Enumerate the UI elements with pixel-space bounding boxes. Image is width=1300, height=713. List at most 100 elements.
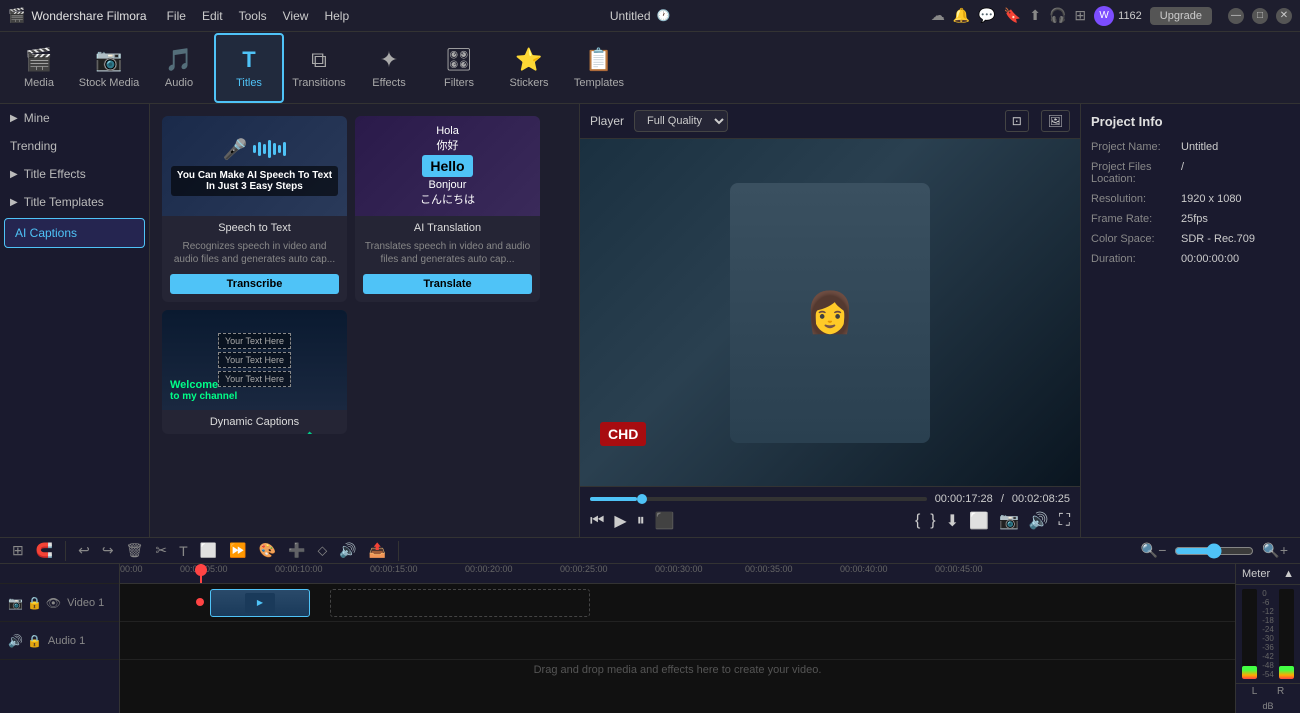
video-track-icons: 📷 🔒 👁 xyxy=(8,596,61,610)
playhead[interactable] xyxy=(200,564,202,584)
sidebar-trending-label: Trending xyxy=(10,139,57,153)
close-button[interactable]: ✕ xyxy=(1276,8,1292,24)
translate-button[interactable]: Translate xyxy=(363,274,532,294)
fullscreen-button[interactable]: ⛶ xyxy=(1059,512,1070,530)
bottom-timeline: ⊞ 🧲 ↩ ↪ 🗑 ✂ T ⬜ ⏩ 🎨 ➕ ⬦ 🔊 📤 🔍− 🔍+ 📷 🔒 👁 xyxy=(0,537,1300,697)
toolbar-stock-media[interactable]: 📷 Stock Media xyxy=(74,33,144,103)
quality-select[interactable]: Full Quality 1/2 Quality 1/4 Quality xyxy=(634,110,728,132)
video-track-camera-icon[interactable]: 📷 xyxy=(8,596,23,610)
color-space-value: SDR - Rec.709 xyxy=(1181,233,1255,245)
sidebar-item-ai-captions[interactable]: AI Captions xyxy=(4,218,145,248)
menu-edit[interactable]: Edit xyxy=(202,9,223,23)
sidebar-item-title-effects[interactable]: ▶ Title Effects xyxy=(0,160,149,188)
menu-view[interactable]: View xyxy=(283,9,309,23)
toolbar-stickers[interactable]: ⭐ Stickers xyxy=(494,33,564,103)
meter-fill-L xyxy=(1242,666,1257,680)
sidebar-item-trending[interactable]: Trending xyxy=(0,132,149,160)
project-name-row: Project Name: Untitled xyxy=(1091,141,1290,153)
toolbar-audio[interactable]: 🎵 Audio xyxy=(144,33,214,103)
dc-text-here-3: Your Text Here xyxy=(218,371,291,387)
extract-button[interactable]: ⬇ xyxy=(946,511,959,531)
menu-tools[interactable]: Tools xyxy=(239,9,267,23)
frame-rate-value: 25fps xyxy=(1181,213,1208,225)
card-ai-translation[interactable]: Hola 你好 Hello Bonjour こんにちは AI Translati… xyxy=(355,116,540,302)
mark-out-button[interactable]: } xyxy=(930,512,935,530)
pause-button[interactable]: ⏸ xyxy=(637,512,645,530)
tl-group-btn[interactable]: ⊞ xyxy=(8,538,28,563)
user-area: W 1162 xyxy=(1094,6,1142,26)
timeline-zoom-slider[interactable] xyxy=(1174,543,1254,559)
tl-export-btn[interactable]: 📤 xyxy=(365,538,390,563)
card-speech-to-text[interactable]: 🎤 You Can Make AI Speech To Text xyxy=(162,116,347,302)
transcribe-button[interactable]: Transcribe xyxy=(170,274,339,294)
pip-button[interactable]: ⬜ xyxy=(969,511,989,531)
mark-in-button[interactable]: { xyxy=(915,512,920,530)
tl-split-btn[interactable]: ⬦ xyxy=(313,538,331,563)
tl-undo-btn[interactable]: ↩ xyxy=(74,538,94,563)
meter-expand-icon[interactable]: ▲ xyxy=(1283,568,1294,580)
tl-delete-btn[interactable]: 🗑 xyxy=(122,538,148,563)
topbar: 🎬 Wondershare Filmora File Edit Tools Vi… xyxy=(0,0,1300,32)
stt-mic-icon: 🎤 xyxy=(223,137,248,162)
ait-hello: Hello xyxy=(422,155,472,177)
sidebar-item-mine[interactable]: ▶ Mine xyxy=(0,104,149,132)
menu-help[interactable]: Help xyxy=(324,9,349,23)
skip-back-button[interactable]: ⏮ xyxy=(590,512,604,530)
tl-zoom-in-btn[interactable]: 🔍+ xyxy=(1258,538,1292,563)
meter-L-label: L xyxy=(1252,686,1258,697)
play-button[interactable]: ▶ xyxy=(614,511,626,531)
toolbar-effects-label: Effects xyxy=(372,77,405,89)
tl-magnet-btn[interactable]: 🧲 xyxy=(32,538,57,563)
volume-button[interactable]: 🔊 xyxy=(1029,511,1049,531)
menu-file[interactable]: File xyxy=(167,9,186,23)
tl-redo-btn[interactable]: ↪ xyxy=(98,538,118,563)
dc-thumbnail: Your Text Here Your Text Here Your Text … xyxy=(162,310,347,410)
title-effects-arrow: ▶ xyxy=(10,169,18,180)
preview-person-icon: 👩 xyxy=(805,289,855,336)
title-area: Untitled 🕐 xyxy=(349,9,931,23)
dc-text-here-2: Your Text Here xyxy=(218,352,291,368)
toolbar-stock-label: Stock Media xyxy=(79,77,140,89)
tl-color-btn[interactable]: 🎨 xyxy=(255,538,280,563)
video-track-lock-icon[interactable]: 🔒 xyxy=(27,596,42,610)
video-clip[interactable]: ▶ xyxy=(210,589,310,617)
tl-speed-btn[interactable]: ⏩ xyxy=(225,538,250,563)
toolbar-filters[interactable]: 🎛 Filters xyxy=(424,33,494,103)
maximize-button[interactable]: □ xyxy=(1252,8,1268,24)
dual-view-button[interactable]: ⊡ xyxy=(1005,110,1029,132)
project-name-value: Untitled xyxy=(1181,141,1218,153)
camera-button[interactable]: 📷 xyxy=(999,511,1019,531)
ruler-mark-25: 00:00:25:00 xyxy=(560,564,608,574)
minimize-button[interactable]: — xyxy=(1228,8,1244,24)
card-dynamic-captions[interactable]: Your Text Here Your Text Here Your Text … xyxy=(162,310,347,434)
toolbar-titles[interactable]: T Titles xyxy=(214,33,284,103)
toolbar-templates[interactable]: 📋 Templates xyxy=(564,33,634,103)
audio-track-label: 🔊 🔒 Audio 1 xyxy=(0,622,119,660)
right-panel: Project Info Project Name: Untitled Proj… xyxy=(1080,104,1300,537)
stop-button[interactable]: ⬛ xyxy=(655,511,675,531)
meter-bars: 0 -6 -12 -18 -24 -30 -36 -42 -48 -54 xyxy=(1236,585,1300,683)
tl-zoom-out-btn[interactable]: 🔍− xyxy=(1137,538,1171,563)
sidebar-item-title-templates[interactable]: ▶ Title Templates xyxy=(0,188,149,216)
stt-thumbnail: 🎤 You Can Make AI Speech To Text xyxy=(162,116,347,216)
project-files-value: / xyxy=(1181,161,1184,185)
drop-zone[interactable] xyxy=(330,589,590,617)
upgrade-button[interactable]: Upgrade xyxy=(1150,7,1212,25)
snapshot-button[interactable]: 🖼 xyxy=(1041,110,1070,132)
tl-text-btn[interactable]: T xyxy=(175,539,192,563)
tl-cut-btn[interactable]: ✂ xyxy=(151,538,171,563)
audio-track-speaker-icon[interactable]: 🔊 xyxy=(8,634,23,648)
preview-placeholder: 👩 CHD xyxy=(580,139,1080,486)
dc-text-here-1: Your Text Here xyxy=(218,333,291,349)
toolbar-transitions[interactable]: ⧉ Transitions xyxy=(284,33,354,103)
meter-title: Meter ▲ xyxy=(1236,564,1300,585)
video-track-eye-icon[interactable]: 👁 xyxy=(46,596,61,610)
toolbar-effects[interactable]: ✦ Effects xyxy=(354,33,424,103)
progress-track[interactable] xyxy=(590,497,927,501)
ait-thumbnail: Hola 你好 Hello Bonjour こんにちは xyxy=(355,116,540,216)
toolbar-media[interactable]: 🎬 Media xyxy=(4,33,74,103)
tl-audio-btn[interactable]: 🔊 xyxy=(335,538,360,563)
tl-add-media-btn[interactable]: ➕ xyxy=(284,538,309,563)
tl-crop-btn[interactable]: ⬜ xyxy=(196,538,221,563)
audio-track-lock-icon[interactable]: 🔒 xyxy=(27,634,42,648)
